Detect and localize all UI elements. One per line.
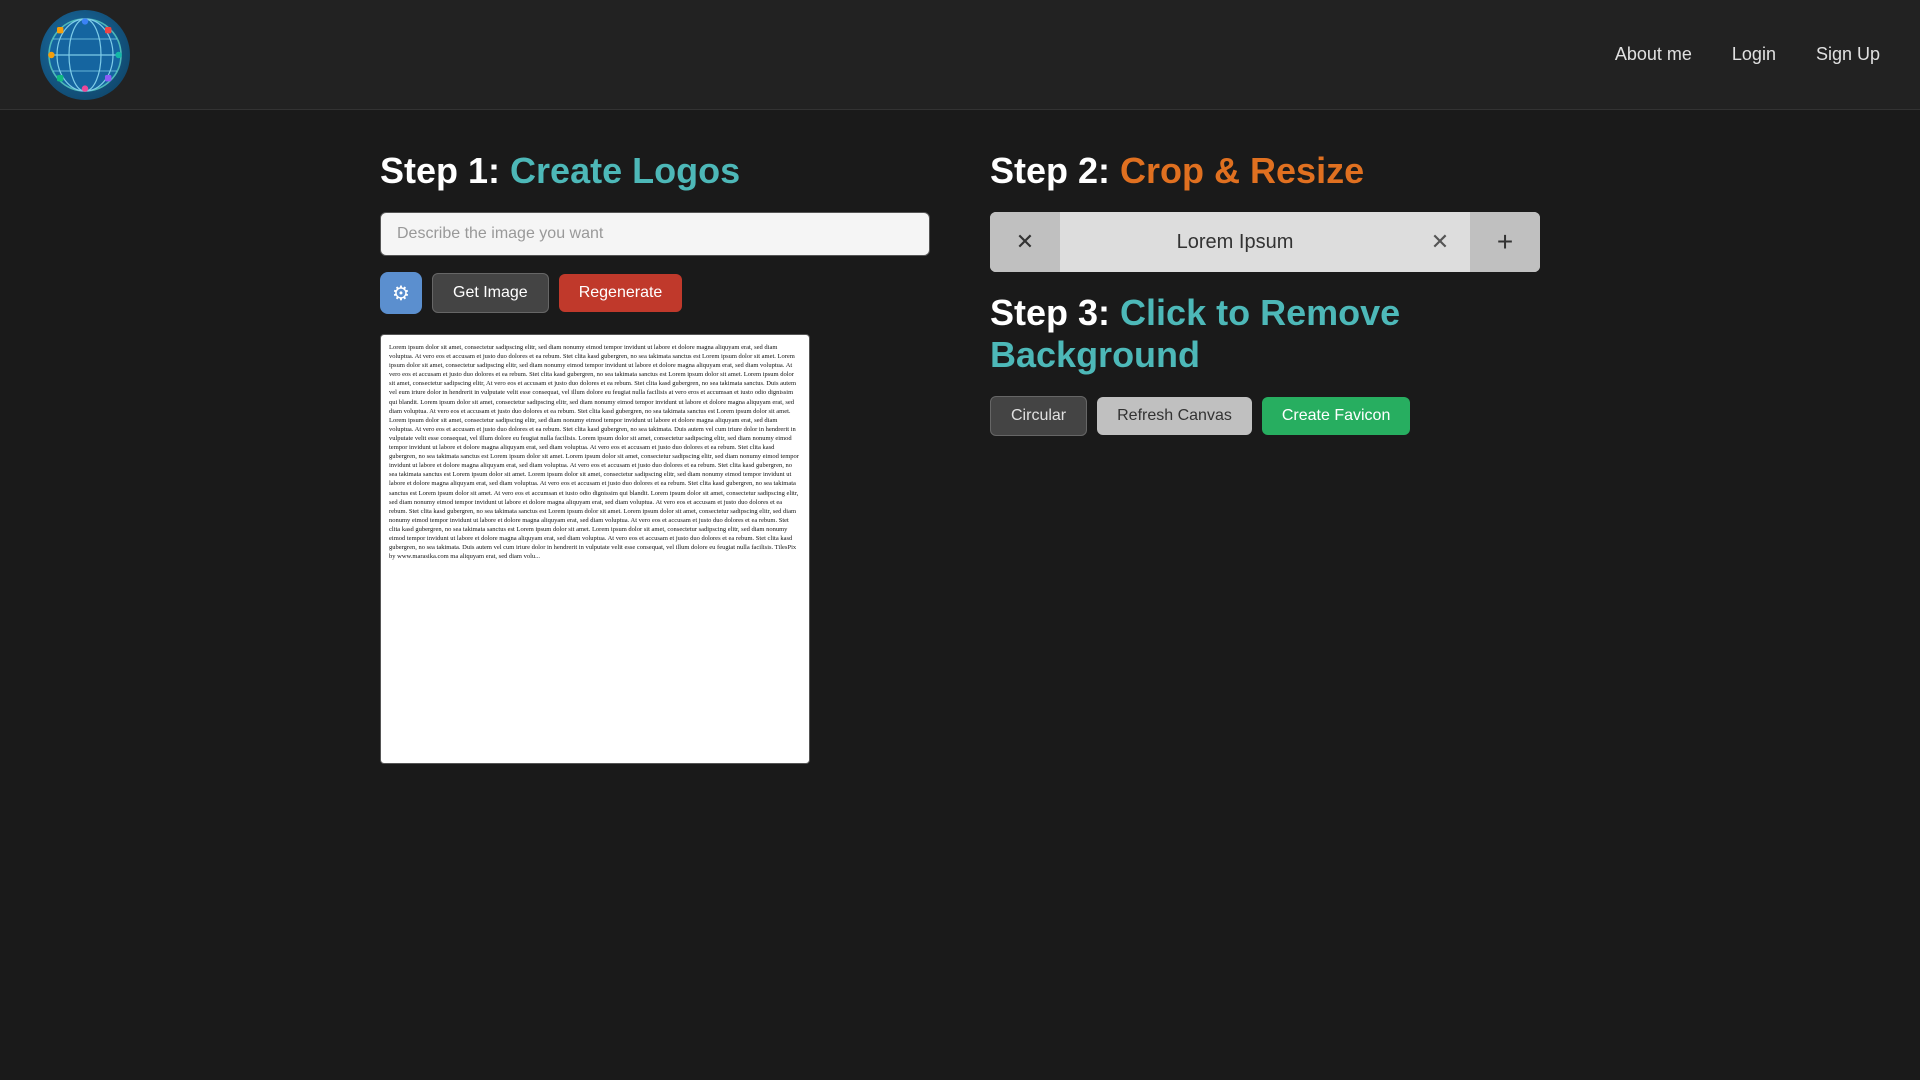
search-row	[380, 212, 930, 256]
two-column-layout: Step 1: Create Logos ⚙ Get Image Regener…	[380, 150, 1540, 764]
nav-links: About me Login Sign Up	[1615, 44, 1880, 65]
left-column: Step 1: Create Logos ⚙ Get Image Regener…	[380, 150, 930, 764]
step3-buttons-row: Circular Refresh Canvas Create Favicon	[990, 396, 1540, 436]
nav-login[interactable]: Login	[1732, 44, 1776, 65]
circular-button[interactable]: Circular	[990, 396, 1087, 436]
navbar: About me Login Sign Up	[0, 0, 1920, 110]
logo-icon	[40, 10, 130, 100]
refresh-canvas-button[interactable]: Refresh Canvas	[1097, 397, 1252, 435]
step1-heading: Step 1: Create Logos	[380, 150, 930, 192]
image-description-input[interactable]	[380, 212, 930, 256]
step2-title: Crop & Resize	[1120, 150, 1364, 191]
nav-logo-area	[40, 10, 130, 100]
gear-icon: ⚙	[392, 281, 410, 306]
step1-number: Step 1:	[380, 150, 500, 191]
main-content: Step 1: Create Logos ⚙ Get Image Regener…	[360, 110, 1560, 804]
lorem-image-content: Lorem ipsum dolor sit amet, consectetur …	[381, 335, 809, 569]
action-buttons-row: ⚙ Get Image Regenerate	[380, 272, 930, 314]
create-favicon-button[interactable]: Create Favicon	[1262, 397, 1411, 435]
crop-close-left-button[interactable]: ✕	[990, 212, 1060, 272]
step3-heading: Step 3: Click to Remove Background	[990, 292, 1540, 376]
get-image-button[interactable]: Get Image	[432, 273, 549, 313]
nav-signup[interactable]: Sign Up	[1816, 44, 1880, 65]
generated-image-container[interactable]: Lorem ipsum dolor sit amet, consectetur …	[380, 334, 810, 764]
crop-toolbar: ✕ Lorem Ipsum ✕ +	[990, 212, 1540, 272]
step2-number: Step 2:	[990, 150, 1110, 191]
regenerate-button[interactable]: Regenerate	[559, 274, 683, 312]
gear-button[interactable]: ⚙	[380, 272, 422, 314]
right-column: Step 2: Crop & Resize ✕ Lorem Ipsum ✕ + …	[990, 150, 1540, 436]
step3-number: Step 3:	[990, 292, 1110, 333]
step1-title: Create Logos	[510, 150, 740, 191]
crop-filename: Lorem Ipsum	[1060, 231, 1410, 254]
crop-add-button[interactable]: +	[1470, 212, 1540, 272]
nav-about-me[interactable]: About me	[1615, 44, 1692, 65]
step2-heading: Step 2: Crop & Resize	[990, 150, 1540, 192]
crop-close-right-button[interactable]: ✕	[1410, 212, 1470, 272]
